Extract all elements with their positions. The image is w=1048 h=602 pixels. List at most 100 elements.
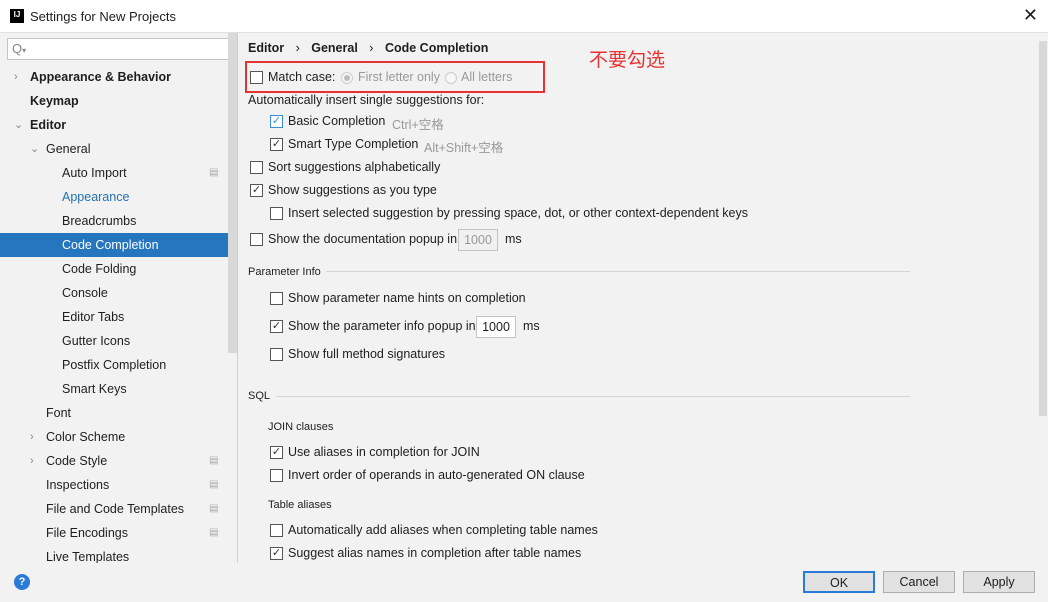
- param_popup-checkbox[interactable]: ✓: [270, 320, 283, 333]
- sidebar-item-smart-keys[interactable]: Smart Keys: [0, 377, 228, 401]
- full_sig-checkbox[interactable]: [270, 348, 283, 361]
- breadcrumb-general[interactable]: General: [311, 41, 358, 55]
- param-popup-unit: ms: [523, 319, 540, 333]
- sidebar-item-label: Color Scheme: [46, 430, 126, 444]
- sidebar-item-code-style[interactable]: › Code Style ▤: [0, 449, 228, 473]
- sidebar-item-appearance-behavior[interactable]: › Appearance & Behavior: [0, 65, 228, 89]
- sort-label[interactable]: Sort suggestions alphabetically: [268, 160, 440, 174]
- sidebar-item-code-completion[interactable]: Code Completion: [0, 233, 228, 257]
- sidebar-item-breadcrumbs[interactable]: Breadcrumbs: [0, 209, 228, 233]
- sidebar-item-editor-tabs[interactable]: Editor Tabs: [0, 305, 228, 329]
- sidebar-item-console[interactable]: Console: [0, 281, 228, 305]
- cancel-button[interactable]: Cancel: [883, 571, 955, 593]
- sidebar-item-appearance[interactable]: Appearance: [0, 185, 228, 209]
- sidebar-item-editor[interactable]: ⌄ Editor: [0, 113, 228, 137]
- breadcrumb: Editor › General › Code Completion: [248, 41, 489, 55]
- search-icon: Q: [12, 41, 23, 56]
- content-scrollbar[interactable]: [1038, 33, 1048, 563]
- window-title: Settings for New Projects: [30, 9, 176, 24]
- sidebar-item-label: Editor: [30, 118, 67, 132]
- smart-checkbox[interactable]: ✓: [270, 138, 283, 151]
- close-icon[interactable]: ✕: [1023, 5, 1038, 26]
- all-letters-label[interactable]: All letters: [461, 70, 512, 84]
- sidebar-item-code-folding[interactable]: Code Folding: [0, 257, 228, 281]
- param_hints-checkbox[interactable]: [270, 292, 283, 305]
- sidebar-item-keymap[interactable]: Keymap: [0, 89, 228, 113]
- sidebar-item-label: File and Code Templates: [46, 502, 185, 516]
- search-input[interactable]: Q▾: [7, 38, 231, 60]
- sidebar-item-label: Keymap: [30, 94, 79, 108]
- project-settings-icon: ▤: [209, 527, 219, 538]
- sidebar-item-label: Smart Keys: [62, 382, 127, 396]
- auto_alias-label[interactable]: Automatically add aliases when completin…: [288, 523, 598, 537]
- app-logo: IJ: [10, 9, 24, 23]
- sidebar-item-label: Code Completion: [62, 238, 159, 252]
- show_as_type-label[interactable]: Show suggestions as you type: [268, 183, 437, 197]
- ok-button[interactable]: OK: [803, 571, 875, 593]
- suggest_alias-label[interactable]: Suggest alias names in completion after …: [288, 546, 581, 560]
- sidebar-item-label: Live Templates: [46, 550, 130, 563]
- invert-label[interactable]: Invert order of operands in auto-generat…: [288, 468, 585, 482]
- sidebar-item-auto-import[interactable]: Auto Import ▤: [0, 161, 228, 185]
- insert_selected-checkbox[interactable]: [270, 207, 283, 220]
- project-settings-icon: ▤: [209, 167, 219, 178]
- sidebar-item-label: File Encodings: [46, 526, 128, 540]
- sidebar-item-font[interactable]: Font: [0, 401, 228, 425]
- scrollbar-thumb[interactable]: [1039, 41, 1047, 416]
- smart-shortcut: Alt+Shift+空格: [424, 141, 504, 155]
- sidebar-item-live-templates[interactable]: Live Templates: [0, 545, 228, 563]
- sidebar-item-label: Appearance & Behavior: [30, 70, 172, 84]
- chevron-down-icon[interactable]: ⌄: [30, 137, 39, 161]
- sidebar-item-label: Auto Import: [62, 166, 127, 180]
- first-letter-radio[interactable]: [341, 72, 353, 84]
- sidebar-item-label: Code Style: [46, 454, 108, 468]
- smart-label[interactable]: Smart Type Completion: [288, 137, 418, 151]
- first-letter-label[interactable]: First letter only: [358, 70, 440, 84]
- insert_selected-label[interactable]: Insert selected suggestion by pressing s…: [288, 206, 748, 220]
- sidebar-item-label: General: [46, 142, 91, 156]
- sidebar-item-gutter-icons[interactable]: Gutter Icons: [0, 329, 228, 353]
- sidebar-item-color-scheme[interactable]: › Color Scheme: [0, 425, 228, 449]
- basic-checkbox[interactable]: ✓: [270, 115, 283, 128]
- help-icon[interactable]: ?: [14, 574, 30, 590]
- project-settings-icon: ▤: [209, 455, 219, 466]
- full_sig-label[interactable]: Show full method signatures: [288, 347, 445, 361]
- chevron-right-icon[interactable]: ›: [14, 65, 18, 89]
- sidebar-item-label: Appearance: [62, 190, 130, 204]
- param_popup-label[interactable]: Show the parameter info popup in: [288, 319, 476, 333]
- doc-popup-delay-input[interactable]: 1000: [458, 229, 498, 251]
- suggest_alias-checkbox[interactable]: ✓: [270, 547, 283, 560]
- chevron-right-icon[interactable]: ›: [30, 449, 34, 473]
- match_case-label[interactable]: Match case:: [268, 70, 335, 84]
- project-settings-icon: ▤: [209, 479, 219, 490]
- sidebar-item-label: Postfix Completion: [62, 358, 167, 372]
- match_case-checkbox[interactable]: [250, 71, 263, 84]
- join-clauses-heading: JOIN clauses: [268, 421, 334, 433]
- sidebar-item-label: Gutter Icons: [62, 334, 131, 348]
- sidebar-item-file-encodings[interactable]: File Encodings ▤: [0, 521, 228, 545]
- sidebar-scrollbar[interactable]: [228, 33, 237, 353]
- sidebar-item-file-and-code-templates[interactable]: File and Code Templates ▤: [0, 497, 228, 521]
- param_hints-label[interactable]: Show parameter name hints on completion: [288, 291, 526, 305]
- use_aliases-label[interactable]: Use aliases in completion for JOIN: [288, 445, 480, 459]
- basic-label[interactable]: Basic Completion: [288, 114, 385, 128]
- param-popup-delay-input[interactable]: 1000: [476, 316, 516, 338]
- breadcrumb-editor[interactable]: Editor: [248, 41, 284, 55]
- table-aliases-heading: Table aliases: [268, 499, 332, 511]
- chevron-right-icon[interactable]: ›: [30, 425, 34, 449]
- sidebar-item-inspections[interactable]: Inspections ▤: [0, 473, 228, 497]
- sidebar-item-general[interactable]: ⌄ General: [0, 137, 228, 161]
- apply-button[interactable]: Apply: [963, 571, 1035, 593]
- all-letters-radio[interactable]: [445, 72, 457, 84]
- use_aliases-checkbox[interactable]: ✓: [270, 446, 283, 459]
- sidebar-item-label: Inspections: [46, 478, 110, 492]
- show_as_type-checkbox[interactable]: ✓: [250, 184, 263, 197]
- sort-checkbox[interactable]: [250, 161, 263, 174]
- chevron-down-icon[interactable]: ⌄: [14, 113, 23, 137]
- auto_alias-checkbox[interactable]: [270, 524, 283, 537]
- doc_popup-label[interactable]: Show the documentation popup in: [268, 232, 457, 246]
- sidebar-item-label: Editor Tabs: [62, 310, 125, 324]
- sidebar-item-postfix-completion[interactable]: Postfix Completion: [0, 353, 228, 377]
- invert-checkbox[interactable]: [270, 469, 283, 482]
- doc_popup-checkbox[interactable]: [250, 233, 263, 246]
